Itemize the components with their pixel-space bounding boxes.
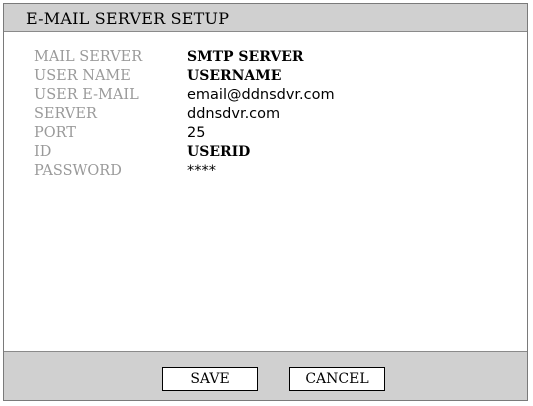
- user-email-row[interactable]: USER E-MAIL email@ddnsdvr.com: [34, 87, 504, 106]
- title-bar: E-MAIL SERVER SETUP: [4, 4, 527, 32]
- button-bar: SAVE CANCEL: [4, 351, 527, 400]
- mail-server-label: MAIL SERVER: [34, 49, 143, 65]
- port-value[interactable]: 25: [187, 125, 205, 141]
- email-server-setup-dialog: E-MAIL SERVER SETUP MAIL SERVER SMTP SER…: [3, 3, 528, 401]
- mail-server-row[interactable]: MAIL SERVER SMTP SERVER: [34, 49, 504, 68]
- user-name-value[interactable]: USERNAME: [187, 68, 281, 84]
- port-label: PORT: [34, 125, 76, 141]
- user-email-value[interactable]: email@ddnsdvr.com: [187, 87, 335, 103]
- user-name-row[interactable]: USER NAME USERNAME: [34, 68, 504, 87]
- server-value[interactable]: ddnsdvr.com: [187, 106, 280, 122]
- save-button[interactable]: SAVE: [162, 367, 258, 391]
- server-label: SERVER: [34, 106, 97, 122]
- user-name-label: USER NAME: [34, 68, 131, 84]
- user-email-label: USER E-MAIL: [34, 87, 139, 103]
- id-row[interactable]: ID USERID: [34, 144, 504, 163]
- password-row[interactable]: PASSWORD ****: [34, 163, 504, 182]
- port-row[interactable]: PORT 25: [34, 125, 504, 144]
- id-value[interactable]: USERID: [187, 144, 250, 160]
- password-value[interactable]: ****: [187, 163, 216, 179]
- id-label: ID: [34, 144, 52, 160]
- password-label: PASSWORD: [34, 163, 122, 179]
- dialog-title: E-MAIL SERVER SETUP: [26, 9, 230, 28]
- cancel-button[interactable]: CANCEL: [289, 367, 385, 391]
- mail-server-value[interactable]: SMTP SERVER: [187, 49, 304, 65]
- server-row[interactable]: SERVER ddnsdvr.com: [34, 106, 504, 125]
- settings-list: MAIL SERVER SMTP SERVER USER NAME USERNA…: [34, 49, 504, 182]
